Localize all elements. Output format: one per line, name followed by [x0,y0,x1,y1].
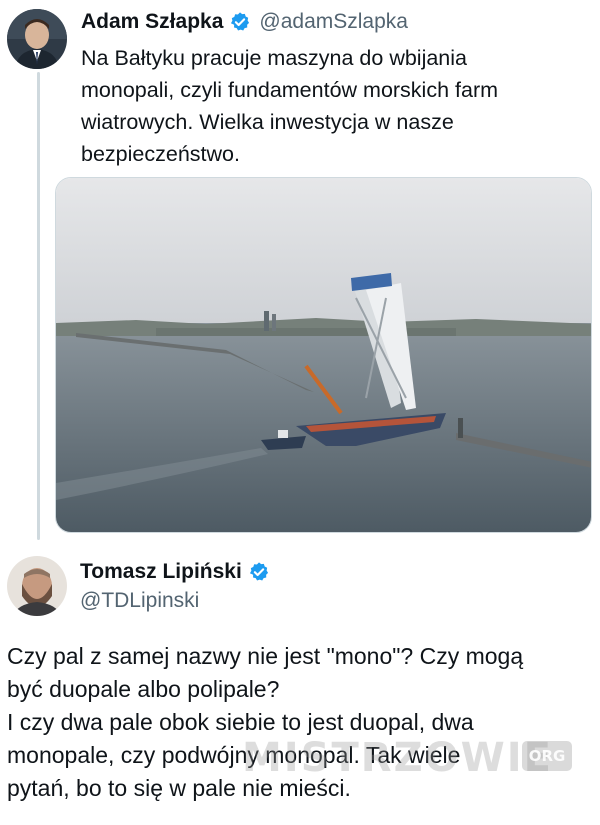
tweet2-text: Czy pal z samej nazwy nie jest "mono"? C… [7,640,597,805]
tweet1-text: Na Bałtyku pracuje maszyna do wbijania m… [81,42,581,170]
tweet2-line: pytań, bo to się w pale nie mieści. [7,775,351,801]
avatar-adam-szlapka[interactable] [7,9,67,69]
tweet1-photo[interactable] [55,177,592,533]
tweet2-line: monopale, czy podwójny monopal. Tak wiel… [7,742,461,768]
tweet2-header: Tomasz Lipiński [80,560,270,584]
verified-badge-icon [231,12,250,31]
tweet1-line: bezpieczeństwo. [81,142,240,166]
tweet1-line: monopali, czyli fundamentów morskich far… [81,78,499,102]
avatar-tomasz-lipinski[interactable] [7,556,67,616]
tweet1-line: wiatrowych. Wielka inwestycja w nasze [81,110,454,134]
verified-badge-icon [249,562,268,581]
tweet2-line: być duopale albo polipale? [7,676,280,702]
tweet1-header: Adam Szłapka @adamSzlapka [81,10,408,34]
thread-connector-line [37,72,40,540]
tweet2-line: I czy dwa pale obok siebie to jest duopa… [7,709,474,735]
author-handle[interactable]: @adamSzlapka [259,10,408,34]
author-name[interactable]: Tomasz Lipiński [80,560,242,584]
tweet1-line: Na Bałtyku pracuje maszyna do wbijania [81,46,468,70]
author-handle[interactable]: @TDLipinski [80,589,199,613]
tweet2-line: Czy pal z samej nazwy nie jest "mono"? C… [7,643,524,669]
author-name[interactable]: Adam Szłapka [81,10,223,34]
